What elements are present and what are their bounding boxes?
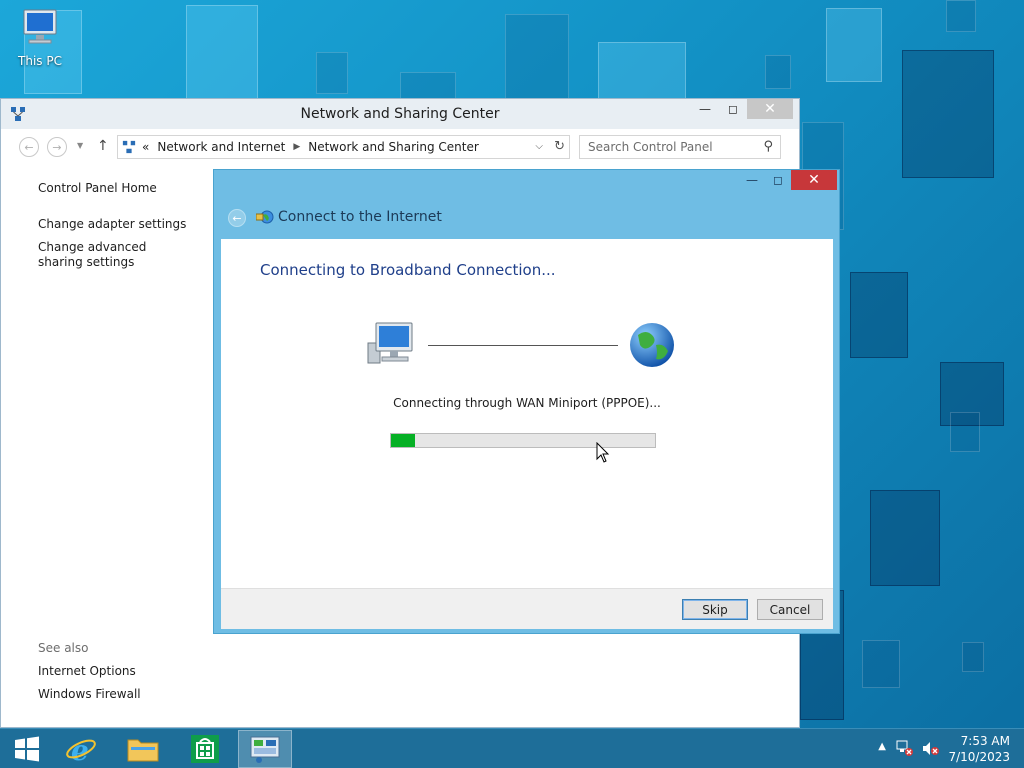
desktop-tile [186, 5, 258, 100]
back-button[interactable]: ← [19, 137, 39, 157]
cancel-button[interactable]: Cancel [757, 599, 823, 620]
title-bar[interactable]: Network and Sharing Center — ◻ ✕ [1, 99, 799, 129]
taskbar: e ▲ 7:53 AM 7/10/2023 [0, 728, 1024, 768]
dialog-close-button[interactable]: ✕ [791, 170, 837, 190]
windows-logo-icon [15, 736, 39, 762]
show-hidden-icons-chevron-up-icon[interactable]: ▲ [878, 741, 886, 752]
computer-icon [23, 9, 57, 44]
dialog-title: Connect to the Internet [278, 209, 442, 225]
address-bar-row: ← → ▼ ↑ « Network and Internet ▶ Network… [1, 133, 799, 161]
maximize-button[interactable]: ◻ [719, 99, 747, 119]
search-icon[interactable]: ⚲ [763, 139, 773, 154]
taskbar-file-explorer[interactable] [116, 730, 170, 768]
maximize-icon: ◻ [728, 102, 738, 116]
left-nav-pane: Control Panel Home Change adapter settin… [38, 181, 198, 278]
arrow-right-icon: → [52, 140, 62, 154]
window-title: Network and Sharing Center [300, 106, 500, 122]
internet-explorer-icon: e [66, 734, 96, 765]
volume-muted-icon[interactable] [922, 741, 940, 757]
computer-icon [367, 322, 413, 364]
desktop-tile [826, 8, 882, 82]
taskbar-store[interactable] [178, 730, 232, 768]
desktop-tile [598, 42, 686, 100]
store-icon [191, 735, 219, 763]
network-globe-icon [256, 210, 274, 224]
connection-graphic [366, 321, 686, 371]
connection-line [428, 345, 618, 346]
search-input[interactable]: Search Control Panel ⚲ [579, 135, 781, 159]
desktop-tile [870, 490, 940, 586]
control-panel-icon [250, 736, 280, 763]
dialog-maximize-button[interactable]: ◻ [765, 170, 791, 190]
minimize-button[interactable]: — [691, 99, 719, 119]
maximize-icon: ◻ [773, 173, 783, 187]
change-advanced-sharing-settings-link[interactable]: Change advanced sharing settings [38, 240, 188, 270]
skip-button[interactable]: Skip [682, 599, 748, 620]
see-also-links: Internet Options Windows Firewall [38, 664, 141, 710]
minimize-icon: — [746, 173, 758, 187]
clock-time: 7:53 AM [960, 734, 1010, 748]
desktop-icon-label: This PC [18, 54, 62, 68]
desktop-tile [505, 14, 569, 100]
forward-button[interactable]: → [47, 137, 67, 157]
desktop-tile [902, 50, 994, 178]
connect-to-internet-dialog: — ◻ ✕ ← Connect to the Internet Connecti… [213, 169, 840, 634]
dialog-minimize-button[interactable]: — [739, 170, 765, 190]
this-pc-desktop-icon[interactable]: This PC [12, 8, 68, 68]
dialog-header: ← Connect to the Internet [214, 204, 839, 238]
recent-locations-dropdown[interactable]: ▼ [77, 141, 83, 150]
desktop-tile [316, 52, 348, 94]
connection-heading: Connecting to Broadband Connection... [260, 261, 556, 279]
address-box[interactable]: « Network and Internet ▶ Network and Sha… [117, 135, 570, 159]
internet-options-link[interactable]: Internet Options [38, 664, 141, 679]
svg-text:e: e [71, 734, 89, 765]
desktop-tile [862, 640, 900, 688]
folder-icon [127, 739, 159, 762]
globe-icon [630, 323, 674, 367]
arrow-left-icon: ← [24, 140, 34, 154]
close-icon: ✕ [808, 172, 820, 188]
arrow-left-icon: ← [232, 211, 242, 225]
taskbar-control-panel[interactable] [238, 730, 292, 768]
dialog-back-button[interactable]: ← [228, 209, 246, 227]
connection-progress-bar [390, 433, 656, 448]
breadcrumb-network-internet[interactable]: Network and Internet [157, 140, 285, 154]
control-panel-home-link[interactable]: Control Panel Home [38, 181, 198, 196]
desktop-tile [946, 0, 976, 32]
dialog-body: Connecting to Broadband Connection... Co… [221, 239, 833, 588]
network-status-icon[interactable] [896, 740, 914, 756]
breadcrumb-network-sharing-center[interactable]: Network and Sharing Center [308, 140, 479, 154]
clock[interactable]: 7:53 AM 7/10/2023 [948, 733, 1010, 765]
address-overflow-chevron[interactable]: « [142, 140, 149, 154]
desktop-tile [950, 412, 980, 452]
taskbar-internet-explorer[interactable]: e [54, 730, 108, 768]
refresh-icon[interactable]: ↻ [554, 139, 565, 154]
search-placeholder: Search Control Panel [588, 140, 713, 154]
start-button[interactable] [0, 730, 54, 768]
dialog-footer: Skip Cancel [221, 588, 833, 629]
progress-fill [391, 434, 415, 447]
change-adapter-settings-link[interactable]: Change adapter settings [38, 217, 198, 232]
windows-firewall-link[interactable]: Windows Firewall [38, 687, 141, 702]
desktop-tile [850, 272, 908, 358]
up-button[interactable]: ↑ [97, 138, 109, 154]
network-icon [122, 140, 136, 154]
close-icon: ✕ [764, 101, 776, 117]
see-also-heading: See also [38, 641, 89, 655]
arrow-up-icon: ↑ [97, 138, 109, 154]
breadcrumb-separator-icon[interactable]: ▶ [293, 142, 300, 152]
desktop-tile [962, 642, 984, 672]
close-button[interactable]: ✕ [747, 99, 793, 119]
clock-date: 7/10/2023 [948, 750, 1010, 764]
connection-status-text: Connecting through WAN Miniport (PPPOE).… [393, 396, 661, 410]
mouse-cursor-icon [596, 442, 610, 463]
chevron-down-icon[interactable]: ⌵ [535, 141, 543, 152]
desktop-tile [765, 55, 791, 89]
minimize-icon: — [699, 102, 711, 116]
